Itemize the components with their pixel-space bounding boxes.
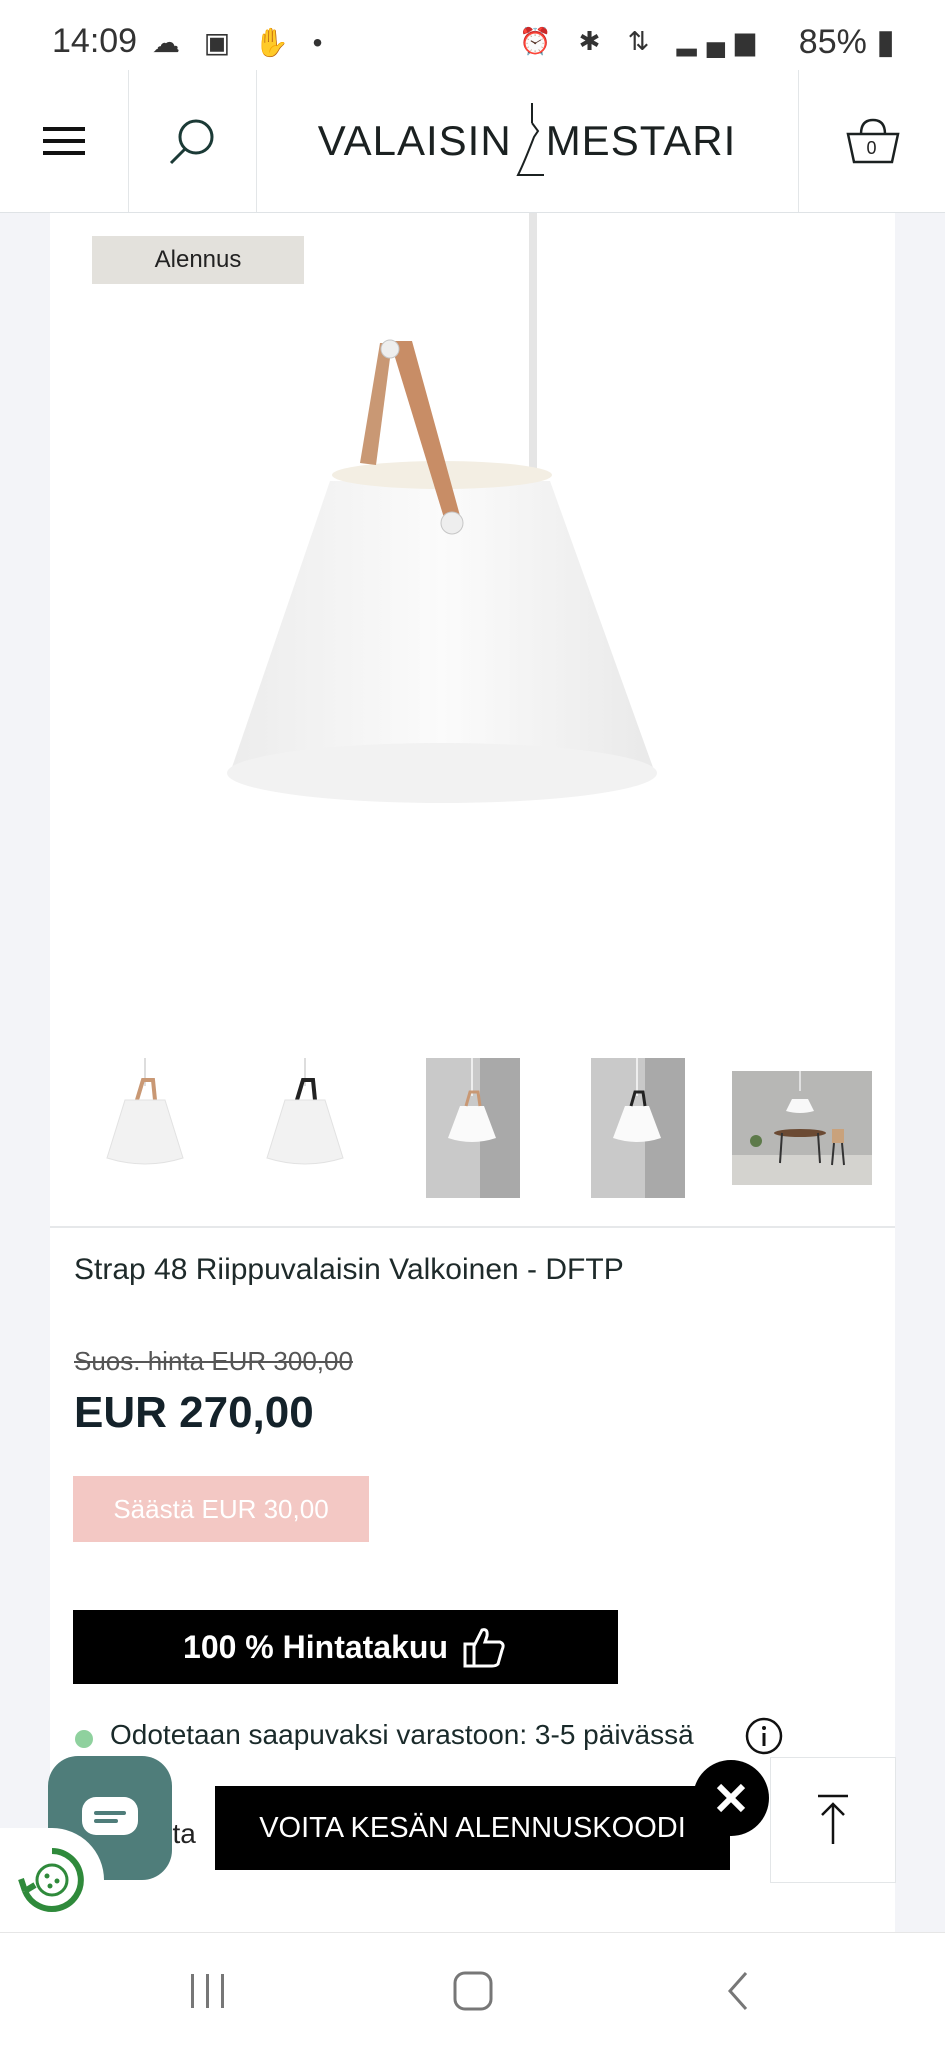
thumbnail-4[interactable] (591, 1058, 685, 1198)
status-time: 14:09 (52, 22, 138, 60)
thumbnail-strip (50, 1058, 895, 1208)
back-button[interactable] (658, 1933, 818, 2049)
home-button[interactable] (393, 1933, 553, 2049)
info-icon[interactable] (744, 1716, 784, 1756)
recent-apps-button[interactable] (128, 1933, 288, 2049)
menu-icon (43, 127, 85, 155)
system-icons: ⏰ ✱ ⇅ ▂▄▆ (518, 26, 765, 56)
price-guarantee-banner[interactable]: 100 % Hintatakuu (73, 1610, 618, 1684)
cookie-settings-button[interactable] (0, 1828, 104, 1932)
cookie-settings-icon (18, 1848, 84, 1912)
savings-badge: Säästä EUR 30,00 (73, 1476, 369, 1542)
back-icon (727, 1972, 748, 2010)
product-main-image[interactable] (200, 213, 760, 853)
thumbs-up-icon (463, 1628, 505, 1668)
cart-button[interactable]: 0 (798, 70, 945, 212)
price-guarantee-label: 100 % Hintatakuu (183, 1628, 448, 1665)
promo-banner[interactable]: VOITA KESÄN ALENNUSKOODI (215, 1786, 730, 1870)
recommended-price: Suos. hinta EUR 300,00 (74, 1346, 353, 1376)
site-logo[interactable]: VALAISIN MESTARI (256, 70, 798, 212)
logo-text-right: MESTARI (545, 117, 737, 164)
stock-status-text: Odotetaan saapuvaksi varastoon: 3-5 päiv… (110, 1719, 694, 1750)
divider (50, 1226, 895, 1228)
search-button[interactable] (128, 70, 257, 212)
recent-apps-icon (191, 1974, 224, 2008)
search-icon (169, 119, 214, 165)
site-header: VALAISIN MESTARI 0 (0, 70, 945, 213)
scroll-to-top-button[interactable] (770, 1757, 896, 1883)
product-card: Alennus Strap 48 Riippuvalaisin Valkoine… (50, 213, 895, 1933)
promo-label: VOITA KESÄN ALENNUSKOODI (259, 1811, 686, 1844)
close-icon (716, 1783, 746, 1813)
battery-level: 85% ▮ (798, 23, 895, 61)
cart-count: 0 (866, 138, 877, 158)
product-price: EUR 270,00 (74, 1388, 314, 1437)
home-icon (453, 1971, 493, 2011)
thumbnail-2[interactable] (255, 1058, 355, 1198)
notification-icons: ☁ ▣ ✋ • (152, 27, 331, 58)
thumbnail-1[interactable] (95, 1058, 195, 1198)
promo-close-button[interactable] (693, 1760, 769, 1836)
system-nav-bar (0, 1932, 945, 2049)
menu-button[interactable] (0, 70, 129, 212)
chat-icon (82, 1797, 138, 1835)
stock-status-dot (75, 1730, 93, 1748)
thumbnail-3[interactable] (426, 1058, 520, 1198)
product-title: Strap 48 Riippuvalaisin Valkoinen - DFTP (74, 1253, 624, 1286)
thumbnail-5[interactable] (732, 1071, 872, 1185)
arrow-up-icon (818, 1794, 848, 1844)
status-bar: 14:09 ☁ ▣ ✋ • ⏰ ✱ ⇅ ▂▄▆ 85% ▮ (0, 0, 945, 70)
logo-lamp-icon (516, 103, 544, 176)
logo-text-left: VALAISIN (317, 117, 512, 164)
